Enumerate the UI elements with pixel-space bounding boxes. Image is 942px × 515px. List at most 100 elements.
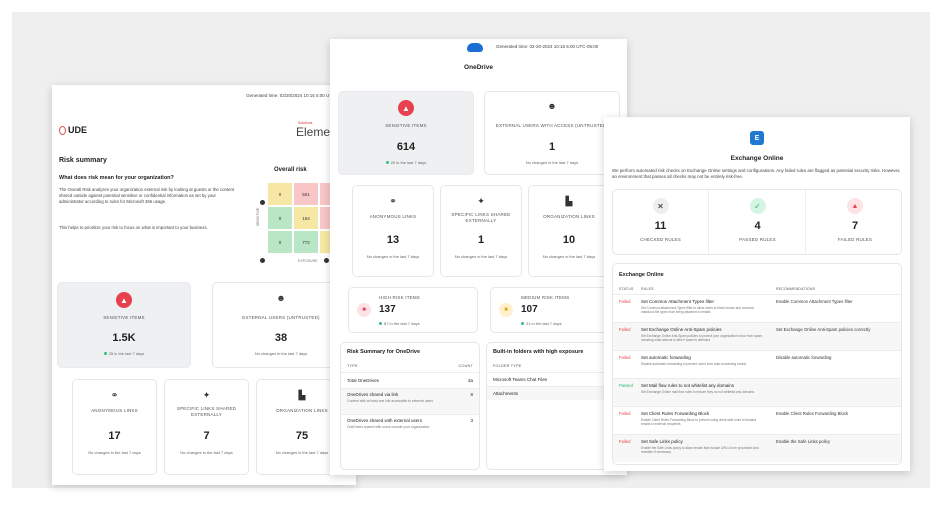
card-value: 1 <box>548 141 556 153</box>
stat-value: 11 <box>654 220 667 232</box>
rule-description: Set Exchange Online mail flow rules to e… <box>641 390 755 394</box>
rules-summary-card: ✕ 11 CHECKED RULES ✓ 4 PASSED RULES ▲ 7 … <box>612 189 902 255</box>
axis-left-label: SENSITIVE <box>256 207 261 227</box>
table-row: Failed Set Common Attachment Types filter… <box>613 294 901 322</box>
axis-top-icon <box>260 200 265 205</box>
exchange-rules-table: Exchange Online STATUS RULES RECOMMENDAT… <box>612 263 902 465</box>
exchange-online-report-page: E Exchange Online We perform automated r… <box>604 117 910 471</box>
card-label: EXTERNAL USERS WITH ACCESS (UNTRUSTED) <box>495 123 609 128</box>
card-change: 25 in the last 7 days <box>58 351 190 356</box>
exchange-icon: E <box>750 131 764 145</box>
rule-description: Set Common attachment Types filter to al… <box>641 306 755 315</box>
trend-dot-icon <box>379 322 382 326</box>
building-icon: ▙ <box>298 390 306 400</box>
card-change: No changes in the last 7 days <box>542 254 596 259</box>
rule-description: Set Exchange Online Anti-Spam policies t… <box>641 334 763 343</box>
matrix-cell: 772 <box>293 230 319 254</box>
axis-bottom-label: EXPOSURE <box>298 259 318 263</box>
specific-links-card[interactable]: ✦ SPECIFIC LINKS SHARED EXTERNALLY 1 No … <box>440 185 522 277</box>
row-name: Attachments <box>493 391 519 396</box>
rule-recommendation: Disable automatic forwarding <box>776 355 832 360</box>
users-icon: ☻ <box>547 101 557 111</box>
rule-status: Failed <box>619 327 631 332</box>
external-users-card[interactable]: ☻ EXTERNAL USERS WITH ACCESS (UNTRUSTED)… <box>484 91 620 175</box>
high-risk-items-card[interactable]: ■ HIGH RISK ITEMS 137 87 in the last 7 d… <box>348 287 478 333</box>
medium-risk-icon: ■ <box>499 303 513 317</box>
row-count: 3a <box>467 378 473 383</box>
trend-dot-icon <box>103 352 107 356</box>
card-label: ANONYMOUS LINKS <box>369 214 417 219</box>
stat-label: FAILED RULES <box>837 237 873 242</box>
page-intro: We perform automated risk checks on Exch… <box>612 168 901 179</box>
card-value: 13 <box>386 234 400 246</box>
table-row: Failed Set Exchange Online Anti-Spam poli… <box>613 322 901 350</box>
rule-name: Set Common Attachment Types filter <box>641 299 714 304</box>
rule-recommendation: Enable Client Rules Forwarding Block <box>776 411 849 416</box>
card-label: SENSITIVE ITEMS <box>385 123 427 128</box>
risk-question: What does risk mean for your organizatio… <box>59 175 174 181</box>
sensitive-items-card[interactable]: ▲ SENSITIVE ITEMS 614 20 in the last 7 d… <box>338 91 474 175</box>
card-change: 20 in the last 7 days <box>339 160 473 165</box>
medium-risk-items-card[interactable]: ■ MEDIUM RISK ITEMS 107 21 in the last 7… <box>490 287 620 333</box>
checked-rules-stat[interactable]: ✕ 11 CHECKED RULES <box>613 190 709 254</box>
axis-start-icon <box>260 258 265 263</box>
failed-rules-stat[interactable]: ▲ 7 FAILED RULES <box>807 190 903 254</box>
rule-status: Failed <box>619 439 631 444</box>
column-header-recommendations: RECOMMENDATIONS <box>776 287 816 291</box>
ude-logo-icon <box>59 125 66 135</box>
rule-description: Disable automatic forwarding to prevent … <box>641 362 747 366</box>
table-row: Passed Set Mail flow rules to not whiteli… <box>613 378 901 406</box>
rule-status: Failed <box>619 355 631 360</box>
section-title: Risk summary <box>59 157 107 164</box>
card-value: 1.5K <box>112 332 136 344</box>
card-value: 17 <box>108 430 121 442</box>
rule-recommendation: Enable the Safe Links policy <box>776 439 830 444</box>
row-name: Microsoft Teams Chat Files <box>493 377 548 382</box>
warning-icon: ▲ <box>847 198 863 214</box>
rule-name: Set Client Rules Forwarding Block <box>641 411 710 416</box>
rule-name: Set automatic forwarding <box>641 355 691 360</box>
card-change: 21 in the last 7 days <box>521 321 562 326</box>
passed-rules-stat[interactable]: ✓ 4 PASSED RULES <box>710 190 806 254</box>
background-canvas: Generated time: 02/20/2024 10:15 5:00 UT… <box>12 12 930 488</box>
sensitive-items-card[interactable]: ▲ SENSITIVE ITEMS 1.5K 25 in the last 7 … <box>57 282 191 368</box>
card-change: No changes in the last 7 days <box>366 254 420 259</box>
card-change: No changes in the last 7 days <box>180 450 233 455</box>
organization-links-card[interactable]: ▙ ORGANIZATION LINKS 10 No changes in th… <box>528 185 610 277</box>
rule-description: Enable Client Rules Forwarding Block to … <box>641 418 757 427</box>
page-title: OneDrive <box>464 64 493 71</box>
building-icon: ▙ <box>565 196 573 206</box>
matrix-cell: 0 <box>267 230 293 254</box>
table-row: Total OneDrives 3a <box>341 372 479 388</box>
card-value: 107 <box>521 304 538 315</box>
overall-risk-report-page: Generated time: 02/20/2024 10:15 5:00 UT… <box>52 85 356 485</box>
row-name: OneDrives shared with external users <box>347 418 423 423</box>
rule-name: Set Mail flow rules to not whitelist any… <box>641 383 735 388</box>
risk-priority-text: This helps to prioritize your risk to fo… <box>59 225 208 230</box>
card-change: 87 in the last 7 days <box>379 321 420 326</box>
card-change: No changes in the last 7 days <box>525 160 579 165</box>
trend-dot-icon <box>521 322 524 326</box>
card-change: No changes in the last 7 days <box>254 351 308 356</box>
card-value: 10 <box>562 234 576 246</box>
anonymous-links-card[interactable]: ⚭ ANONYMOUS LINKS 17 No changes in the l… <box>72 379 157 475</box>
rule-status: Failed <box>619 411 631 416</box>
column-header-folder: FOLDER TYPE <box>493 364 522 368</box>
row-name: OneDrives shared via link <box>347 392 399 397</box>
close-icon: ✕ <box>652 198 669 214</box>
card-label: ANONYMOUS LINKS <box>91 408 138 413</box>
rule-status: Passed <box>619 383 633 388</box>
row-count: 3 <box>470 418 473 423</box>
table-row: OneDrives shared with external users One… <box>341 414 479 440</box>
ude-logo: UDE <box>59 123 87 137</box>
column-header-status: STATUS <box>619 287 634 291</box>
table-row: Failed Set automatic forwarding Disable au… <box>613 350 901 378</box>
anonymous-links-card[interactable]: ⚭ ANONYMOUS LINKS 13 No changes in the l… <box>352 185 434 277</box>
check-icon: ✓ <box>749 198 766 214</box>
matrix-cell: 0 <box>267 206 293 230</box>
overall-risk-title: Overall risk <box>274 167 307 173</box>
card-value: 38 <box>274 332 288 344</box>
link-icon: ⚭ <box>389 196 397 206</box>
specific-links-card[interactable]: ✦ SPECIFIC LINKS SHARED EXTERNALLY 7 No … <box>164 379 249 475</box>
card-label: ORGANIZATION LINKS <box>543 214 595 219</box>
